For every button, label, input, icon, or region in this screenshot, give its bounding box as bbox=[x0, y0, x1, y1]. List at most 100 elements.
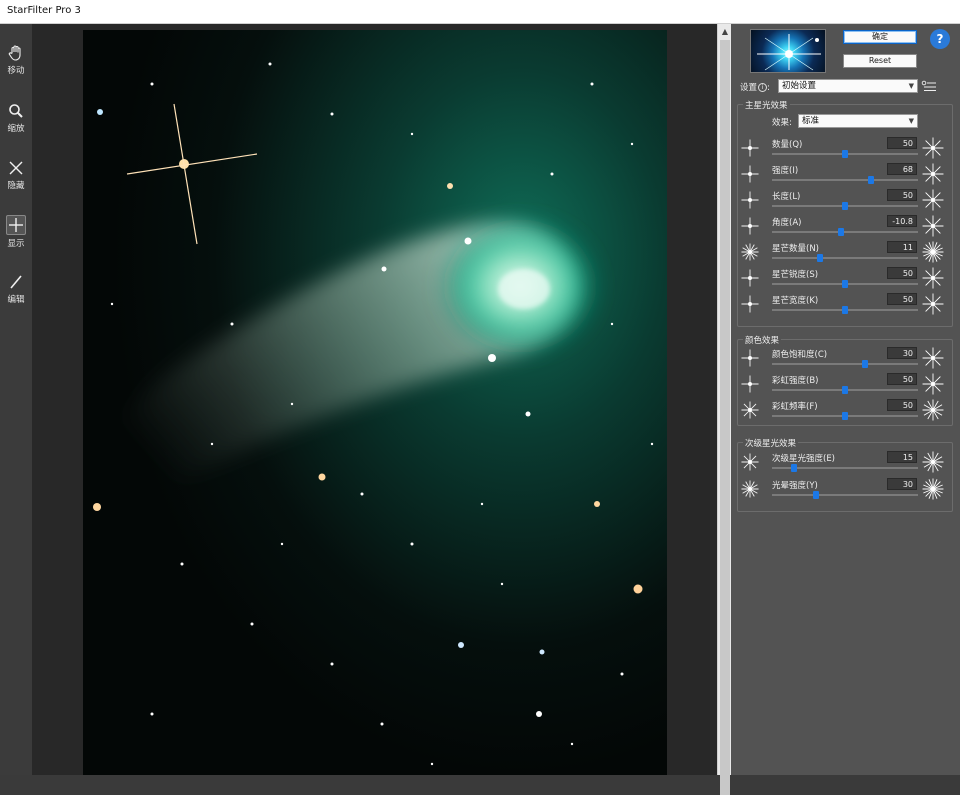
effect-type-select[interactable]: 标准 ▼ bbox=[798, 114, 918, 128]
param-slider-handle[interactable] bbox=[842, 280, 848, 288]
star-preview-icon bbox=[741, 269, 765, 289]
param-row: 彩虹频率(F) 50 bbox=[731, 398, 960, 424]
info-icon[interactable]: i bbox=[758, 83, 768, 92]
star-preview-icon bbox=[741, 191, 765, 211]
param-label: 次级星光强度(E) bbox=[772, 454, 836, 464]
hand-icon bbox=[8, 45, 21, 61]
param-value-field[interactable]: 50 bbox=[887, 137, 917, 149]
star-preview-icon bbox=[741, 295, 765, 315]
param-value-field[interactable]: 50 bbox=[887, 373, 917, 385]
window-title: StarFilter Pro 3 bbox=[7, 5, 81, 16]
star-max-preview-icon bbox=[922, 267, 946, 291]
param-label: 颜色饱和度(C) bbox=[772, 350, 828, 360]
preview-canvas[interactable] bbox=[32, 24, 717, 775]
param-row: 彩虹强度(B) 50 bbox=[731, 372, 960, 398]
star-max-preview-icon bbox=[922, 373, 946, 397]
star-preview-icon bbox=[741, 401, 765, 421]
param-row: 星芒锐度(S) 50 bbox=[731, 266, 960, 292]
param-slider-track[interactable] bbox=[772, 257, 918, 259]
preset-label-text: 设置 bbox=[740, 83, 758, 93]
param-slider-handle[interactable] bbox=[868, 176, 875, 184]
param-label: 星芒锐度(S) bbox=[772, 270, 819, 280]
param-slider-handle[interactable] bbox=[862, 360, 869, 368]
scrollbar-thumb[interactable] bbox=[720, 40, 730, 795]
star-preview-icon bbox=[741, 375, 765, 395]
preset-select[interactable]: 初始设置 ▼ bbox=[778, 79, 918, 93]
star-max-preview-icon bbox=[922, 241, 946, 265]
param-slider-handle[interactable] bbox=[842, 306, 848, 314]
param-value-field[interactable]: 11 bbox=[887, 241, 917, 253]
param-slider-track[interactable] bbox=[772, 231, 918, 233]
param-row: 星芒宽度(K) 50 bbox=[731, 292, 960, 318]
star-max-preview-icon bbox=[922, 189, 946, 213]
preset-menu-icon[interactable] bbox=[921, 80, 937, 92]
zoom-tool-label: 缩放 bbox=[7, 124, 25, 134]
param-slider-handle[interactable] bbox=[812, 491, 819, 499]
param-label: 彩虹强度(B) bbox=[772, 376, 819, 386]
move-tool[interactable]: 移动 bbox=[0, 44, 32, 92]
help-icon[interactable]: ? bbox=[930, 29, 950, 49]
star-max-preview-icon bbox=[922, 293, 946, 317]
title-bar: StarFilter Pro 3 bbox=[0, 0, 960, 24]
effect-thumbnail bbox=[750, 29, 826, 73]
plus-box-icon bbox=[9, 218, 23, 232]
param-value-field[interactable]: 68 bbox=[887, 163, 917, 175]
preset-select-value: 初始设置 bbox=[782, 81, 817, 91]
param-slider-track[interactable] bbox=[772, 494, 918, 496]
edit-tool[interactable]: 编辑 bbox=[0, 273, 32, 321]
star-preview-icon bbox=[741, 480, 765, 500]
param-slider-track[interactable] bbox=[772, 179, 918, 181]
param-slider-handle[interactable] bbox=[817, 254, 824, 262]
hide-tool-label: 隐藏 bbox=[7, 181, 25, 191]
param-label: 数量(Q) bbox=[772, 140, 803, 150]
param-value-field[interactable]: -10.8 bbox=[887, 215, 917, 227]
star-max-preview-icon bbox=[922, 137, 946, 161]
param-slider-handle[interactable] bbox=[842, 202, 848, 210]
param-label: 彩虹频率(F) bbox=[772, 402, 818, 412]
param-row: 角度(A) -10.8 bbox=[731, 214, 960, 240]
param-slider-handle[interactable] bbox=[837, 228, 844, 236]
param-value-field[interactable]: 50 bbox=[887, 267, 917, 279]
pencil-icon bbox=[10, 275, 22, 289]
effect-type-value: 标准 bbox=[802, 116, 820, 126]
settings-panel: 确定 Reset ? 设置 i: 初始设置 ▼ 主星光效果 效果: 标准 ▼ 数量… bbox=[731, 24, 960, 775]
param-row: 强度(I) 68 bbox=[731, 162, 960, 188]
star-max-preview-icon bbox=[922, 347, 946, 371]
show-tool-label: 显示 bbox=[7, 239, 25, 249]
star-preview-icon bbox=[741, 243, 765, 263]
preset-label: 设置 i: bbox=[740, 83, 770, 93]
star-max-preview-icon bbox=[922, 215, 946, 239]
starburst-thumbnail-icon bbox=[757, 34, 821, 71]
param-value-field[interactable]: 50 bbox=[887, 399, 917, 411]
secondary-group-title: 次级星光效果 bbox=[743, 437, 799, 449]
param-row: 次级星光强度(E) 15 bbox=[731, 450, 960, 476]
param-slider-handle[interactable] bbox=[842, 386, 848, 394]
star-preview-icon bbox=[741, 217, 765, 237]
param-value-field[interactable]: 30 bbox=[887, 347, 917, 359]
ok-button[interactable]: 确定 bbox=[843, 30, 917, 44]
param-slider-handle[interactable] bbox=[790, 464, 797, 472]
param-value-field[interactable]: 50 bbox=[887, 189, 917, 201]
param-slider-handle[interactable] bbox=[842, 150, 848, 158]
param-label: 长度(L) bbox=[772, 192, 801, 202]
comet-preview-image bbox=[83, 30, 667, 775]
tool-sidebar: 移动 缩放 隐藏 显示 编辑 bbox=[0, 24, 32, 775]
param-slider-handle[interactable] bbox=[842, 412, 848, 420]
scroll-up-icon[interactable]: ▲ bbox=[720, 27, 730, 37]
preview-scrollbar[interactable]: ▲ bbox=[717, 24, 731, 795]
chevron-down-icon: ▼ bbox=[908, 82, 914, 90]
reset-button[interactable]: Reset bbox=[843, 54, 917, 68]
param-value-field[interactable]: 30 bbox=[887, 478, 917, 490]
param-row: 颜色饱和度(C) 30 bbox=[731, 346, 960, 372]
param-value-field[interactable]: 50 bbox=[887, 293, 917, 305]
star-max-preview-icon bbox=[922, 478, 946, 502]
show-tool[interactable]: 显示 bbox=[0, 215, 32, 263]
param-label: 强度(I) bbox=[772, 166, 799, 176]
star-max-preview-icon bbox=[922, 163, 946, 187]
param-value-field[interactable]: 15 bbox=[887, 451, 917, 463]
zoom-tool[interactable]: 缩放 bbox=[0, 102, 32, 150]
star-preview-icon bbox=[741, 139, 765, 159]
param-slider-track[interactable] bbox=[772, 363, 918, 365]
hide-tool[interactable]: 隐藏 bbox=[0, 159, 32, 207]
star-preview-icon bbox=[741, 165, 765, 185]
